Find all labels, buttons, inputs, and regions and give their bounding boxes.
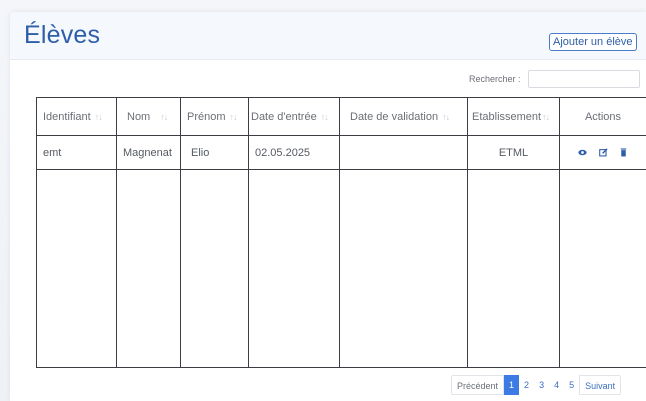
previous-page-button[interactable]: Précédent bbox=[451, 375, 505, 395]
sort-icon: ↑↓ bbox=[442, 111, 450, 122]
cell-date-validation bbox=[339, 135, 468, 170]
trash-icon[interactable] bbox=[619, 148, 628, 157]
page-title: Élèves bbox=[24, 21, 101, 49]
search-input[interactable] bbox=[528, 70, 640, 88]
sort-icon: ↑↓ bbox=[94, 111, 103, 122]
table-row: emt Magnenat Elio 02.05.2025 ETML bbox=[36, 135, 646, 170]
cell-etablissement: ETML bbox=[467, 135, 560, 170]
cell-identifiant: emt bbox=[36, 135, 117, 170]
add-student-button[interactable]: Ajouter un élève bbox=[549, 33, 637, 51]
cell-prenom: Elio bbox=[180, 135, 249, 170]
page-button-4[interactable]: 4 bbox=[549, 375, 564, 395]
page-button-3[interactable]: 3 bbox=[534, 375, 549, 395]
column-header-actions: Actions bbox=[559, 97, 646, 136]
sort-icon: ↑↓ bbox=[542, 111, 550, 122]
sort-icon: ↑↓ bbox=[229, 111, 238, 122]
edit-icon[interactable] bbox=[598, 148, 608, 157]
table-header-row: Identifiant ↑↓ Nom ↑↓ Prénom ↑↓ Date d'entr… bbox=[36, 97, 646, 136]
cell-date-entree: 02.05.2025 bbox=[248, 135, 340, 170]
column-header-nom[interactable]: Nom ↑↓ bbox=[116, 97, 181, 136]
pagination: Précédent 1 2 3 4 5 Suivant bbox=[451, 375, 622, 395]
cell-nom: Magnenat bbox=[116, 135, 181, 170]
eye-icon[interactable] bbox=[578, 148, 588, 157]
column-header-etablissement[interactable]: Etablissement↑↓ bbox=[467, 97, 560, 136]
page-button-1[interactable]: 1 bbox=[504, 375, 520, 395]
page-button-2[interactable]: 2 bbox=[519, 375, 534, 395]
empty-row bbox=[36, 169, 646, 368]
search-label: Rechercher : bbox=[469, 74, 521, 84]
column-header-date-validation[interactable]: Date de validation ↑↓ bbox=[339, 97, 468, 136]
next-page-button[interactable]: Suivant bbox=[579, 375, 622, 395]
sort-icon: ↑↓ bbox=[160, 111, 168, 122]
sort-icon: ↑↓ bbox=[320, 111, 329, 122]
column-header-date-entree[interactable]: Date d'entrée ↑↓ bbox=[248, 97, 340, 136]
students-table: Identifiant ↑↓ Nom ↑↓ Prénom ↑↓ Date d'entr… bbox=[36, 97, 646, 368]
column-header-identifiant[interactable]: Identifiant ↑↓ bbox=[36, 97, 117, 136]
page-button-5[interactable]: 5 bbox=[564, 375, 579, 395]
column-header-prenom[interactable]: Prénom ↑↓ bbox=[180, 97, 249, 136]
cell-actions bbox=[559, 135, 646, 170]
